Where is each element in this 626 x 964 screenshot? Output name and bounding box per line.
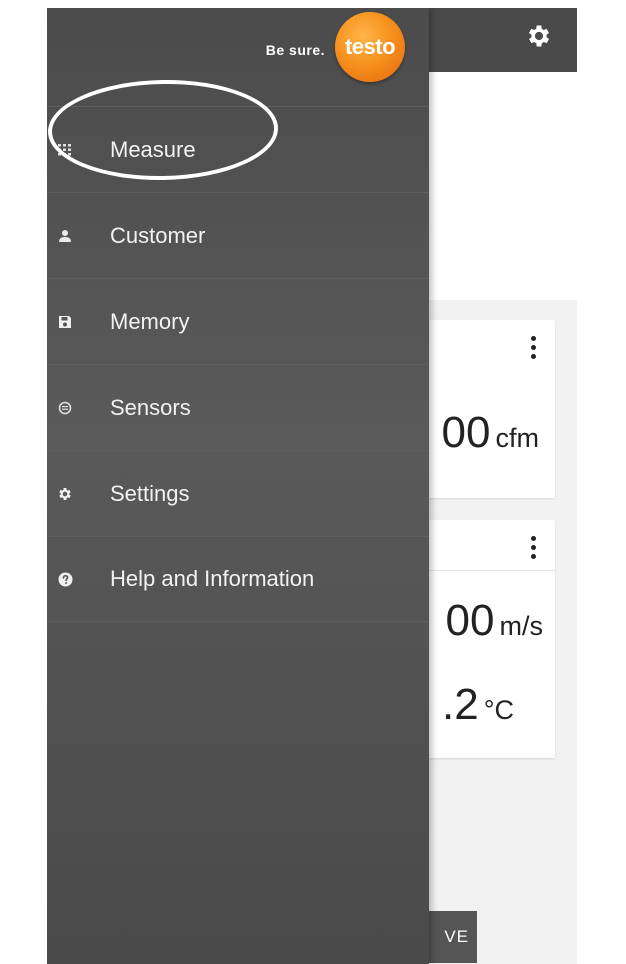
sensor-icon <box>57 400 73 416</box>
gear-icon <box>57 486 73 502</box>
menu-label: Customer <box>110 222 206 248</box>
menu-label: Measure <box>110 136 196 162</box>
menu-item-customer[interactable]: Customer <box>47 192 429 278</box>
menu-item-memory[interactable]: Memory <box>47 278 429 364</box>
phone-screen: 00 cfm 00 m/s .2 °C VE Be sure. testo Me… <box>47 8 577 964</box>
reading-value: 00 <box>441 408 491 457</box>
menu-label: Memory <box>110 308 190 334</box>
reading-unit: cfm <box>495 423 540 453</box>
menu-item-settings[interactable]: Settings <box>47 450 429 536</box>
more-options-icon[interactable] <box>531 336 537 362</box>
logo-text: testo <box>344 34 396 59</box>
reading-velocity: 00 m/s <box>446 596 543 646</box>
save-icon <box>57 314 73 330</box>
person-icon <box>57 228 73 244</box>
help-icon <box>57 571 73 587</box>
menu-item-measure[interactable]: Measure <box>47 106 429 192</box>
navigation-drawer: Be sure. testo Measure Customer Memory S… <box>47 8 429 964</box>
menu-label: Help and Information <box>110 566 315 591</box>
reading-value: 00 <box>445 596 495 645</box>
reading-temperature: .2 °C <box>442 680 514 730</box>
more-options-icon[interactable] <box>531 536 537 562</box>
menu-label: Settings <box>110 480 190 506</box>
drawer-menu: Measure Customer Memory Sensors Settings… <box>47 106 429 622</box>
reading-volume-flow: 00 cfm <box>442 408 539 458</box>
divider <box>413 570 555 571</box>
grid-icon <box>57 142 73 158</box>
menu-item-help[interactable]: Help and Information <box>47 536 429 622</box>
reading-value: .2 <box>442 680 479 729</box>
drawer-header: Be sure. testo <box>47 8 429 106</box>
reading-unit: m/s <box>499 611 544 641</box>
brand-tagline: Be sure. <box>265 42 325 58</box>
gear-icon[interactable] <box>525 22 553 50</box>
reading-unit: °C <box>483 695 514 725</box>
menu-label: Sensors <box>110 394 191 420</box>
menu-item-sensors[interactable]: Sensors <box>47 364 429 450</box>
testo-logo: testo <box>335 12 405 82</box>
